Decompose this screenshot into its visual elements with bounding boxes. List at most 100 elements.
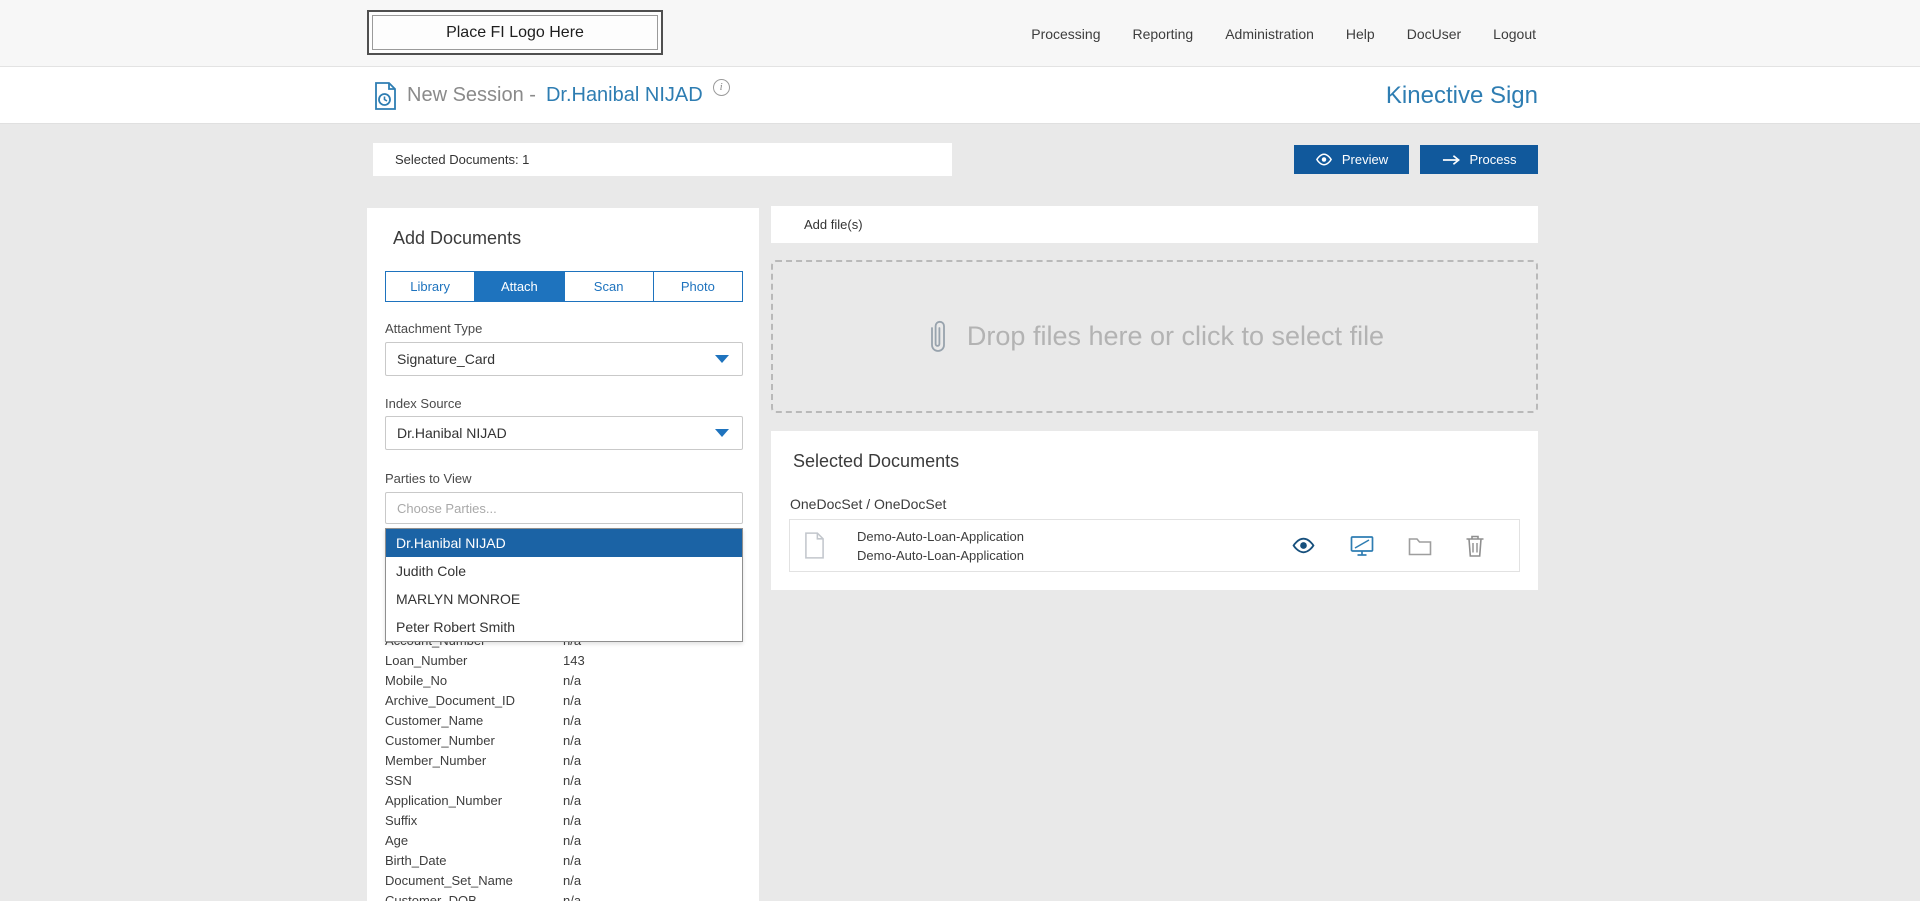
party-option-marlyn[interactable]: MARLYN MONROE [386, 585, 742, 613]
index-source-label: Index Source [385, 396, 462, 411]
index-field-row: Application_Number n/a [385, 790, 743, 810]
index-field-row: Birth_Date n/a [385, 850, 743, 870]
nav-item-docuser[interactable]: DocUser [1407, 26, 1461, 42]
index-field-name: SSN [385, 773, 563, 788]
index-fields-table: Account_Number n/a Loan_Number 143 Mobil… [385, 630, 743, 901]
index-field-name: Document_Set_Name [385, 873, 563, 888]
selected-documents-count: Selected Documents: 1 [395, 152, 529, 167]
index-field-name: Age [385, 833, 563, 848]
index-field-row: Loan_Number 143 [385, 650, 743, 670]
new-session-icon [373, 82, 397, 110]
file-dropzone[interactable]: Drop files here or click to select file [771, 260, 1538, 413]
fi-logo-placeholder: Place FI Logo Here [367, 10, 663, 55]
selected-documents-summary-bar: Selected Documents: 1 [373, 143, 952, 176]
document-icon [804, 532, 825, 559]
add-files-label: Add file(s) [804, 217, 863, 232]
docset-label: OneDocSet / OneDocSet [790, 496, 946, 512]
tab-scan[interactable]: Scan [564, 272, 653, 301]
index-field-value: n/a [563, 793, 743, 808]
index-source-value: Dr.Hanibal NIJAD [397, 425, 507, 441]
index-field-name: Customer_Name [385, 713, 563, 728]
index-field-value: n/a [563, 753, 743, 768]
index-field-value: n/a [563, 673, 743, 688]
parties-to-view-label: Parties to View [385, 471, 471, 486]
index-field-row: Customer_Number n/a [385, 730, 743, 750]
fi-logo-text: Place FI Logo Here [446, 24, 584, 42]
index-field-row: Age n/a [385, 830, 743, 850]
signature-pad-icon[interactable] [1349, 534, 1375, 558]
index-field-value: 143 [563, 653, 743, 668]
info-icon[interactable]: i [713, 79, 730, 96]
session-label: New Session - [407, 84, 536, 107]
index-field-value: n/a [563, 713, 743, 728]
parties-dropdown: Dr.Hanibal NIJAD Judith Cole MARLYN MONR… [385, 528, 743, 642]
paperclip-icon [925, 318, 951, 356]
attachment-type-value: Signature_Card [397, 351, 495, 367]
parties-input[interactable] [385, 492, 743, 524]
folder-icon[interactable] [1408, 536, 1432, 556]
index-field-name: Member_Number [385, 753, 563, 768]
arrow-right-icon [1442, 154, 1461, 166]
index-field-value: n/a [563, 813, 743, 828]
index-field-row: Customer_DOB n/a [385, 890, 743, 901]
index-field-value: n/a [563, 873, 743, 888]
party-option-judith[interactable]: Judith Cole [386, 557, 742, 585]
index-field-name: Birth_Date [385, 853, 563, 868]
index-field-value: n/a [563, 693, 743, 708]
app-root: Place FI Logo Here Processing Reporting … [0, 0, 1920, 901]
session-header: New Session - Dr.Hanibal NIJAD i Kinecti… [0, 67, 1920, 124]
index-field-row: SSN n/a [385, 770, 743, 790]
index-field-value: n/a [563, 893, 743, 901]
dropzone-text: Drop files here or click to select file [967, 321, 1384, 352]
index-field-name: Archive_Document_ID [385, 693, 563, 708]
nav-item-logout[interactable]: Logout [1493, 26, 1536, 42]
session-title-group: New Session - Dr.Hanibal NIJAD i [373, 67, 730, 124]
add-documents-panel: Add Documents Library Attach Scan Photo … [367, 208, 759, 901]
session-party-name[interactable]: Dr.Hanibal NIJAD [546, 84, 703, 107]
index-field-value: n/a [563, 853, 743, 868]
tab-attach[interactable]: Attach [474, 272, 563, 301]
nav-item-help[interactable]: Help [1346, 26, 1375, 42]
trash-icon[interactable] [1465, 534, 1485, 558]
chevron-down-icon [715, 429, 729, 437]
document-name-lines: Demo-Auto-Loan-Application Demo-Auto-Loa… [857, 529, 1024, 563]
index-field-row: Mobile_No n/a [385, 670, 743, 690]
tab-library[interactable]: Library [386, 272, 474, 301]
index-field-row: Member_Number n/a [385, 750, 743, 770]
preview-button[interactable]: Preview [1294, 145, 1409, 174]
attachment-type-select[interactable]: Signature_Card [385, 342, 743, 376]
nav-item-processing[interactable]: Processing [1031, 26, 1100, 42]
index-field-name: Suffix [385, 813, 563, 828]
top-bar: Place FI Logo Here Processing Reporting … [0, 0, 1920, 67]
index-field-value: n/a [563, 733, 743, 748]
index-field-value: n/a [563, 773, 743, 788]
main-nav: Processing Reporting Administration Help… [1031, 0, 1536, 67]
view-document-eye-icon[interactable] [1291, 537, 1316, 554]
index-source-select[interactable]: Dr.Hanibal NIJAD [385, 416, 743, 450]
add-documents-title: Add Documents [393, 228, 521, 249]
document-name-line2: Demo-Auto-Loan-Application [857, 548, 1024, 563]
index-field-row: Suffix n/a [385, 810, 743, 830]
party-option-peter[interactable]: Peter Robert Smith [386, 613, 742, 641]
chevron-down-icon [715, 355, 729, 363]
add-documents-tabs: Library Attach Scan Photo [385, 271, 743, 302]
document-name-line1: Demo-Auto-Loan-Application [857, 529, 1024, 544]
document-actions [1291, 534, 1519, 558]
party-option-hanibal[interactable]: Dr.Hanibal NIJAD [386, 529, 742, 557]
index-field-name: Mobile_No [385, 673, 563, 688]
attachment-type-label: Attachment Type [385, 321, 482, 336]
index-field-row: Archive_Document_ID n/a [385, 690, 743, 710]
index-field-name: Customer_DOB [385, 893, 563, 901]
index-field-name: Loan_Number [385, 653, 563, 668]
nav-item-administration[interactable]: Administration [1225, 26, 1314, 42]
selected-documents-panel: Selected Documents OneDocSet / OneDocSet… [771, 431, 1538, 590]
process-button[interactable]: Process [1420, 145, 1538, 174]
selected-documents-title: Selected Documents [793, 451, 959, 472]
preview-button-label: Preview [1342, 152, 1388, 167]
index-field-value: n/a [563, 833, 743, 848]
tab-photo[interactable]: Photo [653, 272, 742, 301]
index-field-name: Application_Number [385, 793, 563, 808]
index-field-row: Document_Set_Name n/a [385, 870, 743, 890]
selected-document-row: Demo-Auto-Loan-Application Demo-Auto-Loa… [789, 519, 1520, 572]
nav-item-reporting[interactable]: Reporting [1133, 26, 1194, 42]
